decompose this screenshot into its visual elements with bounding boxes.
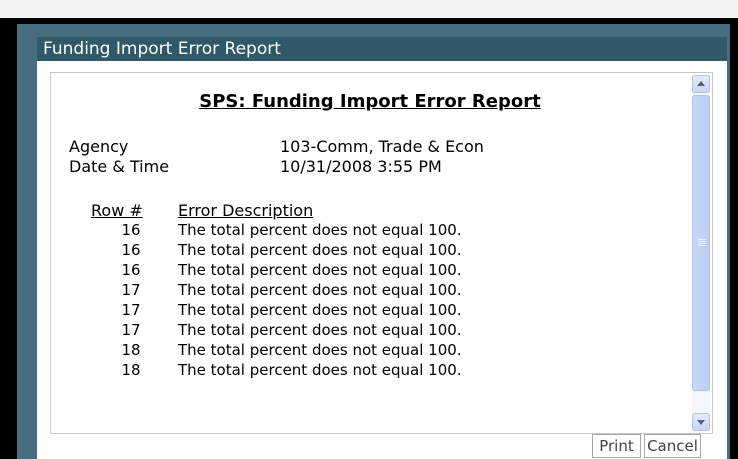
datetime-label: Date & Time [69,157,170,176]
table-row: 17 The total percent does not equal 100. [51,321,689,341]
window-frame-left [0,18,17,459]
datetime-value: 10/31/2008 3:55 PM [280,157,442,176]
vertical-scrollbar[interactable] [692,75,710,431]
background-desktop [0,0,738,18]
row-number: 17 [121,281,141,299]
scrollbar-thumb[interactable] [692,95,710,391]
agency-label: Agency [69,137,129,156]
table-row: 17 The total percent does not equal 100. [51,301,689,321]
dialog-body: SPS: Funding Import Error Report Agency … [37,61,727,459]
funding-import-error-dialog: Funding Import Error Report SPS: Funding… [17,24,730,459]
table-row: 18 The total percent does not equal 100. [51,341,689,361]
scroll-down-button[interactable] [692,413,710,431]
dialog-title: Funding Import Error Report [37,37,727,61]
report-content[interactable]: SPS: Funding Import Error Report Agency … [51,73,689,433]
row-number: 16 [121,241,141,259]
error-description: The total percent does not equal 100. [178,281,462,299]
column-header-description: Error Description [178,201,314,220]
grip-icon [698,239,706,247]
report-panel: SPS: Funding Import Error Report Agency … [50,72,713,434]
table-row: 16 The total percent does not equal 100. [51,241,689,261]
error-description: The total percent does not equal 100. [178,361,462,379]
row-number: 17 [121,301,141,319]
column-header-row: Row # [91,201,143,220]
chevron-up-icon [697,81,705,86]
scroll-up-button[interactable] [692,75,710,93]
agency-value: 103-Comm, Trade & Econ [280,137,484,156]
table-row: 16 The total percent does not equal 100. [51,261,689,281]
error-description: The total percent does not equal 100. [178,261,462,279]
error-description: The total percent does not equal 100. [178,221,462,239]
table-row: 18 The total percent does not equal 100. [51,361,689,381]
row-number: 17 [121,321,141,339]
chevron-down-icon [697,420,705,425]
table-row: 16 The total percent does not equal 100. [51,221,689,241]
print-button[interactable]: Print [592,434,641,458]
row-number: 16 [121,221,141,239]
report-heading: SPS: Funding Import Error Report [199,91,541,112]
error-description: The total percent does not equal 100. [178,301,462,319]
table-row: 17 The total percent does not equal 100. [51,281,689,301]
error-description: The total percent does not equal 100. [178,241,462,259]
row-number: 18 [121,341,141,359]
row-number: 18 [121,361,141,379]
window-frame-right [730,18,738,459]
error-description: The total percent does not equal 100. [178,341,462,359]
error-description: The total percent does not equal 100. [178,321,462,339]
row-number: 16 [121,261,141,279]
cancel-button[interactable]: Cancel [644,434,701,458]
